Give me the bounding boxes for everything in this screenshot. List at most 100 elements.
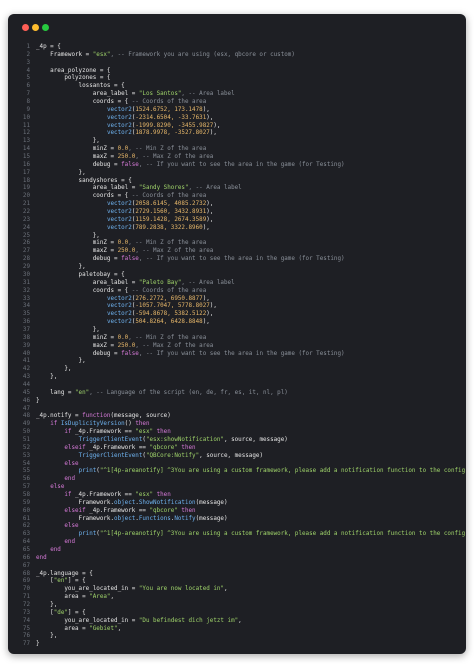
code-text: vector2(-1999.8290, -3455.9827), — [36, 123, 221, 131]
code-token: , source, message) — [223, 436, 288, 443]
code-token: vector2 — [106, 311, 132, 318]
minimize-window-icon[interactable] — [32, 24, 39, 31]
code-line: 13 }, — [8, 138, 466, 146]
code-line: 58 if _4p.Framework == "esx" then — [8, 492, 466, 500]
code-token: _4p = { — [36, 44, 61, 50]
code-token: "Area" — [89, 594, 111, 601]
code-token: }, — [36, 358, 86, 365]
code-text: end — [36, 476, 75, 484]
code-token: ), — [209, 303, 217, 310]
code-token: then — [181, 507, 196, 514]
code-text: _4p = { — [36, 44, 61, 52]
code-line: 48 _4p.notify = function(message, source) — [8, 413, 466, 421]
line-number: 45 — [22, 389, 30, 396]
line-number: 24 — [22, 224, 30, 231]
code-text: lossantos = { — [36, 83, 125, 91]
line-number: 47 — [22, 405, 30, 412]
line-number: 57 — [22, 484, 30, 491]
line-number: 59 — [22, 499, 30, 506]
code-text: vector2(276.2772, 6950.8877), — [36, 296, 210, 304]
code-token: ), — [209, 130, 217, 137]
code-text: debug = false, -- If you want to see the… — [36, 351, 345, 359]
code-line: 22 vector2(2729.1560, 3432.8931), — [8, 209, 466, 217]
line-number: 36 — [22, 319, 30, 326]
code-text: }, — [36, 138, 100, 146]
code-token: 276.2772, 6950.8877 — [135, 295, 203, 302]
code-line: 51 TriggerClientEvent("esx:showNotificat… — [8, 437, 466, 445]
code-token: elseif — [64, 507, 86, 514]
code-token: lang = — [36, 389, 76, 396]
line-number: 22 — [22, 209, 30, 216]
code-line: 2 Framework = "esx", -- Framework you ar… — [8, 52, 466, 60]
code-text: debug = false, -- If you want to see the… — [36, 162, 345, 170]
code-token: ), — [202, 295, 210, 302]
code-window: 1 _4p = {2 Framework = "esx", -- Framewor… — [8, 14, 466, 654]
code-line: 62 else — [8, 523, 466, 531]
code-line: 4 area_polyzone = { — [8, 68, 466, 76]
code-line: 75 area = "Gebiet", — [8, 626, 466, 634]
code-token: "esx" — [135, 491, 154, 498]
code-line: 6 lossantos = { — [8, 83, 466, 91]
code-text: end — [36, 555, 47, 563]
code-text: coords = { -- Coords of the area — [36, 288, 207, 296]
line-number: 71 — [22, 594, 30, 601]
code-token: else — [64, 460, 79, 467]
code-token: , -- If you want to see the area in the … — [138, 256, 345, 263]
line-number: 33 — [22, 295, 30, 302]
code-line: 68 _4p.language = { — [8, 571, 466, 579]
line-number: 28 — [22, 256, 30, 263]
code-token: vector2 — [106, 224, 132, 231]
code-text: }, — [36, 327, 100, 335]
code-token: ), — [206, 216, 214, 223]
code-token: }, — [36, 264, 86, 271]
code-text: vector2(1524.6752, 173.1478), — [36, 107, 210, 115]
code-line: 69 ["en"] = { — [8, 578, 466, 586]
code-line: 53 TriggerClientEvent("QBCore:Notify", s… — [8, 453, 466, 461]
line-number: 46 — [22, 397, 30, 404]
code-token: _4p.Framework == — [85, 507, 150, 514]
line-number: 63 — [22, 531, 30, 538]
code-token: vector2 — [106, 130, 132, 137]
code-token: 1524.6752, 173.1478 — [135, 106, 203, 113]
code-line: 9 vector2(1524.6752, 173.1478), — [8, 107, 466, 115]
line-number: 69 — [22, 578, 30, 585]
code-token: , -- Min Z of the area — [128, 240, 207, 247]
code-token: then — [181, 444, 196, 451]
code-line: 55 print("^1[4p-areanotify] ^3You are us… — [8, 468, 466, 476]
code-token: } — [36, 641, 40, 648]
code-token: }, — [36, 366, 72, 373]
code-token: "esx" — [92, 51, 111, 58]
code-line: 27 maxZ = 250.0, -- Max Z of the area — [8, 248, 466, 256]
code-token: sandyshores = { — [36, 177, 132, 184]
code-token: vector2 — [106, 303, 132, 310]
code-token: minZ = — [36, 146, 118, 153]
line-number: 19 — [22, 185, 30, 192]
maximize-window-icon[interactable] — [42, 24, 49, 31]
code-line: 50 if _4p.Framework == "esx" then — [8, 429, 466, 437]
code-text: elseif _4p.Framework == "qbcore" then — [36, 507, 196, 516]
line-number: 74 — [22, 617, 30, 624]
code-token: debug = — [36, 350, 122, 357]
code-token: TriggerClientEvent — [78, 436, 143, 443]
code-token: false — [121, 256, 139, 263]
code-line: 18 sandyshores = { — [8, 178, 466, 186]
close-window-icon[interactable] — [22, 24, 29, 31]
code-text: paletobay = { — [36, 272, 125, 280]
code-token: vector2 — [106, 201, 132, 208]
code-text: lang = "en", -- Language of the script (… — [36, 390, 288, 398]
line-number: 31 — [22, 279, 30, 286]
line-number: 34 — [22, 303, 30, 310]
code-token: , -- Framework you are using (esx, qbcor… — [110, 51, 295, 58]
line-number: 65 — [22, 547, 30, 553]
code-text: } — [36, 641, 40, 649]
code-line: 73 ["de"] = { — [8, 610, 466, 618]
code-token: end — [36, 554, 47, 561]
code-token: [ — [36, 578, 54, 585]
line-number: 14 — [22, 146, 30, 153]
